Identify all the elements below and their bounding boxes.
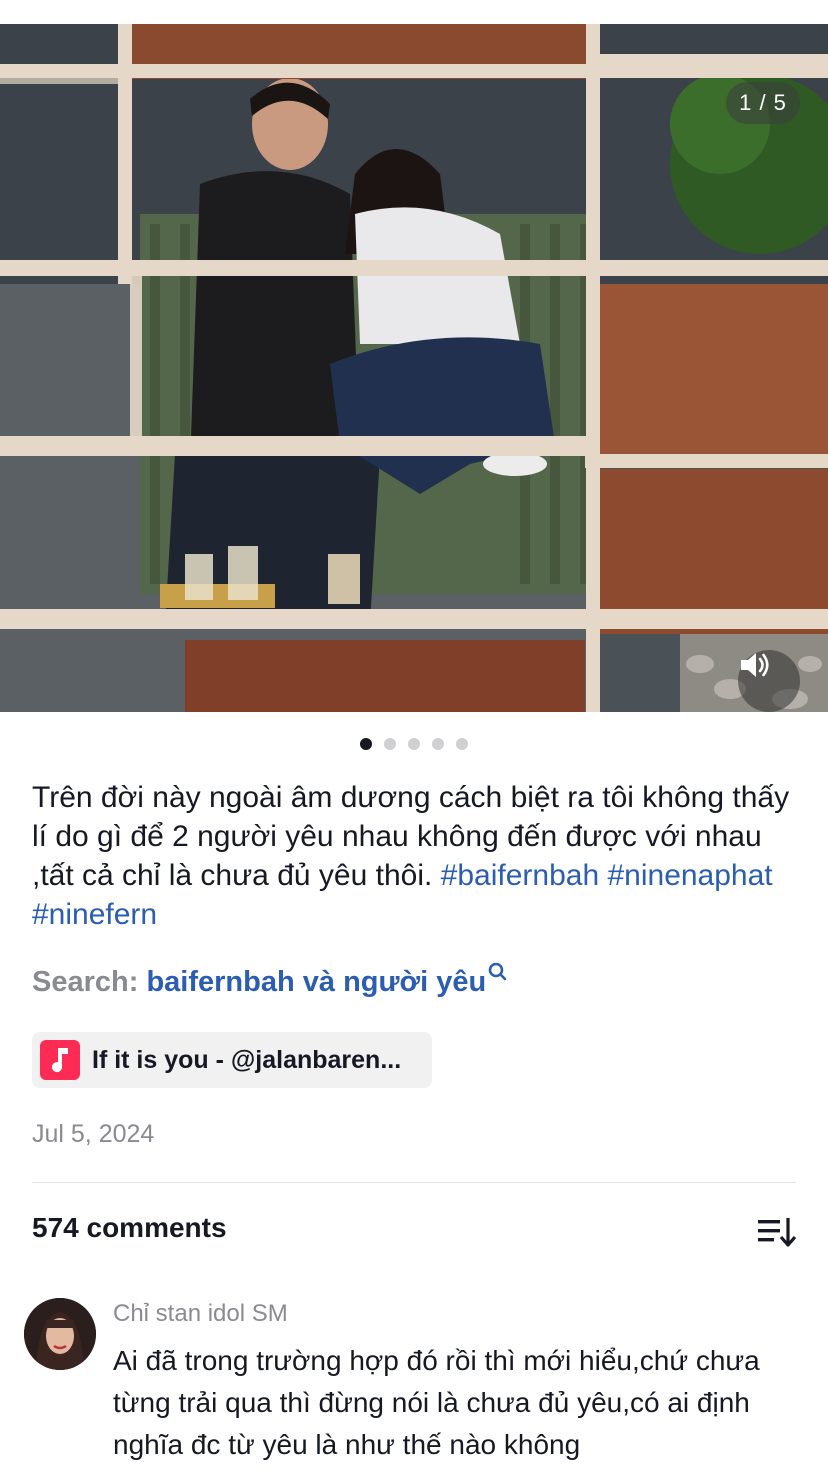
post-image-carousel[interactable]: 1 / 5 <box>0 24 828 712</box>
divider <box>32 1182 796 1183</box>
pagination-dot[interactable] <box>384 738 396 750</box>
music-note-icon <box>40 1040 80 1080</box>
related-search[interactable]: Search: baifernbah và người yêu <box>32 962 508 1002</box>
comments-count: 574 comments <box>32 1212 227 1243</box>
music-chip[interactable]: If it is you - @jalanbaren... <box>32 1032 432 1088</box>
pagination-dot[interactable] <box>456 738 468 750</box>
post-caption: Trên đời này ngoài âm dương cách biệt ra… <box>32 778 802 934</box>
status-bar <box>0 0 828 24</box>
hashtag-link[interactable]: #baifernbah <box>441 859 599 892</box>
pagination-dot[interactable] <box>408 738 420 750</box>
search-term-link[interactable]: baifernbah và người yêu <box>146 966 486 998</box>
hashtag-link[interactable]: #ninenaphat <box>607 859 772 892</box>
pagination-dot[interactable] <box>432 738 444 750</box>
hashtag-link[interactable]: #ninefern <box>32 898 157 931</box>
sort-button[interactable] <box>752 1210 800 1254</box>
avatar[interactable] <box>24 1298 96 1370</box>
music-label: If it is you - @jalanbaren... <box>92 1045 402 1074</box>
sort-icon <box>758 1218 797 1247</box>
carousel-pagination <box>0 738 828 750</box>
post-photo <box>0 24 828 712</box>
comment-username[interactable]: Chỉ stan idol SM <box>113 1300 288 1328</box>
comment-text: Ai đã trong trường hợp đó rồi thì mới hi… <box>113 1345 760 1460</box>
speaker-icon <box>741 653 769 677</box>
search-icon <box>488 962 507 981</box>
pagination-dot[interactable] <box>360 738 372 750</box>
sound-button[interactable] <box>738 650 800 712</box>
post-date: Jul 5, 2024 <box>32 1120 155 1148</box>
search-label: Search: <box>32 966 139 998</box>
image-counter: 1 / 5 <box>726 82 800 124</box>
